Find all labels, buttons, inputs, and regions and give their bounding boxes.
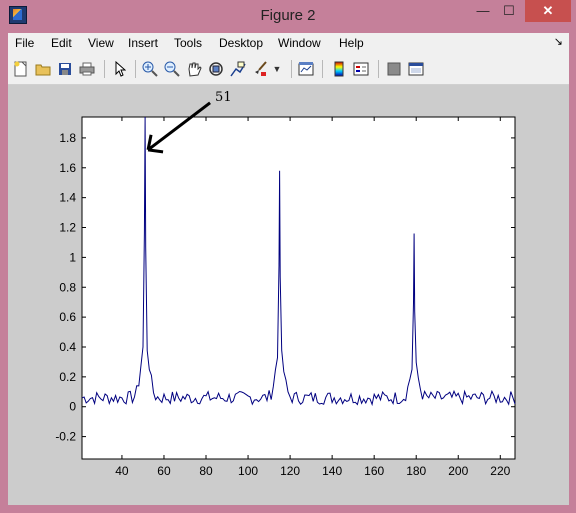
y-tick-label: 0.2 [59, 370, 76, 384]
y-tick-label: 1 [69, 250, 76, 264]
x-tick-label: 60 [157, 464, 171, 478]
figure-canvas: 40 60 80 100 120 140 160 180 200 220 -0.2 0 0.2 0.4 0.… [8, 85, 569, 505]
line-plot[interactable]: 40 60 80 100 120 140 160 180 200 220 -0.2 0 0.2 0.4 0.… [8, 85, 569, 505]
figure-toolbar: ▼ [8, 55, 569, 85]
colorbar-icon[interactable] [330, 60, 348, 78]
y-tick-label: 1.6 [59, 161, 76, 175]
y-tick-label: 0 [69, 400, 76, 414]
brush-icon[interactable] [251, 60, 269, 78]
menu-help[interactable]: Help [339, 36, 364, 50]
y-tick-label: -0.2 [55, 430, 76, 444]
maximize-button[interactable]: ☐ [496, 0, 522, 22]
x-tick-label: 80 [199, 464, 213, 478]
pointer-icon[interactable] [111, 60, 129, 78]
y-tick-label: 1.4 [59, 191, 76, 205]
toolbar-separator [378, 60, 379, 78]
close-button[interactable]: ✕ [525, 0, 571, 22]
x-tick-label: 220 [490, 464, 510, 478]
open-file-icon[interactable] [34, 60, 52, 78]
menu-window[interactable]: Window [278, 36, 321, 50]
minimize-button[interactable]: — [470, 0, 496, 22]
figure-window: Figure 2 — ☐ ✕ File Edit View Insert Too… [0, 0, 576, 513]
legend-icon[interactable] [352, 60, 370, 78]
y-tick-label: 1.2 [59, 221, 76, 235]
zoom-out-icon[interactable] [163, 60, 181, 78]
y-tick-label: 0.8 [59, 280, 76, 294]
link-plot-icon[interactable] [297, 60, 315, 78]
y-tick-label: 1.8 [59, 131, 76, 145]
x-tick-label: 140 [322, 464, 342, 478]
menu-tools[interactable]: Tools [174, 36, 202, 50]
toolbar-separator [104, 60, 105, 78]
menu-edit[interactable]: Edit [51, 36, 72, 50]
y-tick-label: 0.4 [59, 340, 76, 354]
pan-hand-icon[interactable] [185, 60, 203, 78]
print-icon[interactable] [78, 60, 96, 78]
axes-box [81, 116, 516, 460]
save-icon[interactable] [56, 60, 74, 78]
annotation-label: 51 [215, 90, 232, 105]
y-tick-label: 0.6 [59, 310, 76, 324]
x-tick-label: 200 [448, 464, 468, 478]
x-tick-label: 120 [280, 464, 300, 478]
zoom-in-icon[interactable] [141, 60, 159, 78]
toolbar-separator [135, 60, 136, 78]
title-bar[interactable]: Figure 2 — ☐ ✕ [0, 0, 576, 32]
menu-view[interactable]: View [88, 36, 114, 50]
x-tick-label: 40 [115, 464, 129, 478]
hide-plot-tools-icon[interactable] [385, 60, 403, 78]
data-cursor-icon[interactable] [229, 60, 247, 78]
menu-bar: File Edit View Insert Tools Desktop Wind… [8, 33, 569, 55]
new-figure-icon[interactable] [12, 60, 30, 78]
menu-insert[interactable]: Insert [128, 36, 158, 50]
brush-dropdown-icon[interactable]: ▼ [272, 60, 282, 78]
x-tick-label: 180 [406, 464, 426, 478]
toolbar-separator [291, 60, 292, 78]
toolbar-separator [322, 60, 323, 78]
x-tick-label: 160 [364, 464, 384, 478]
dock-arrow-icon[interactable]: ↘ [554, 35, 563, 48]
menu-file[interactable]: File [15, 36, 34, 50]
rotate-3d-icon[interactable] [207, 60, 225, 78]
menu-desktop[interactable]: Desktop [219, 36, 263, 50]
x-tick-label: 100 [238, 464, 258, 478]
show-plot-tools-icon[interactable] [407, 60, 425, 78]
